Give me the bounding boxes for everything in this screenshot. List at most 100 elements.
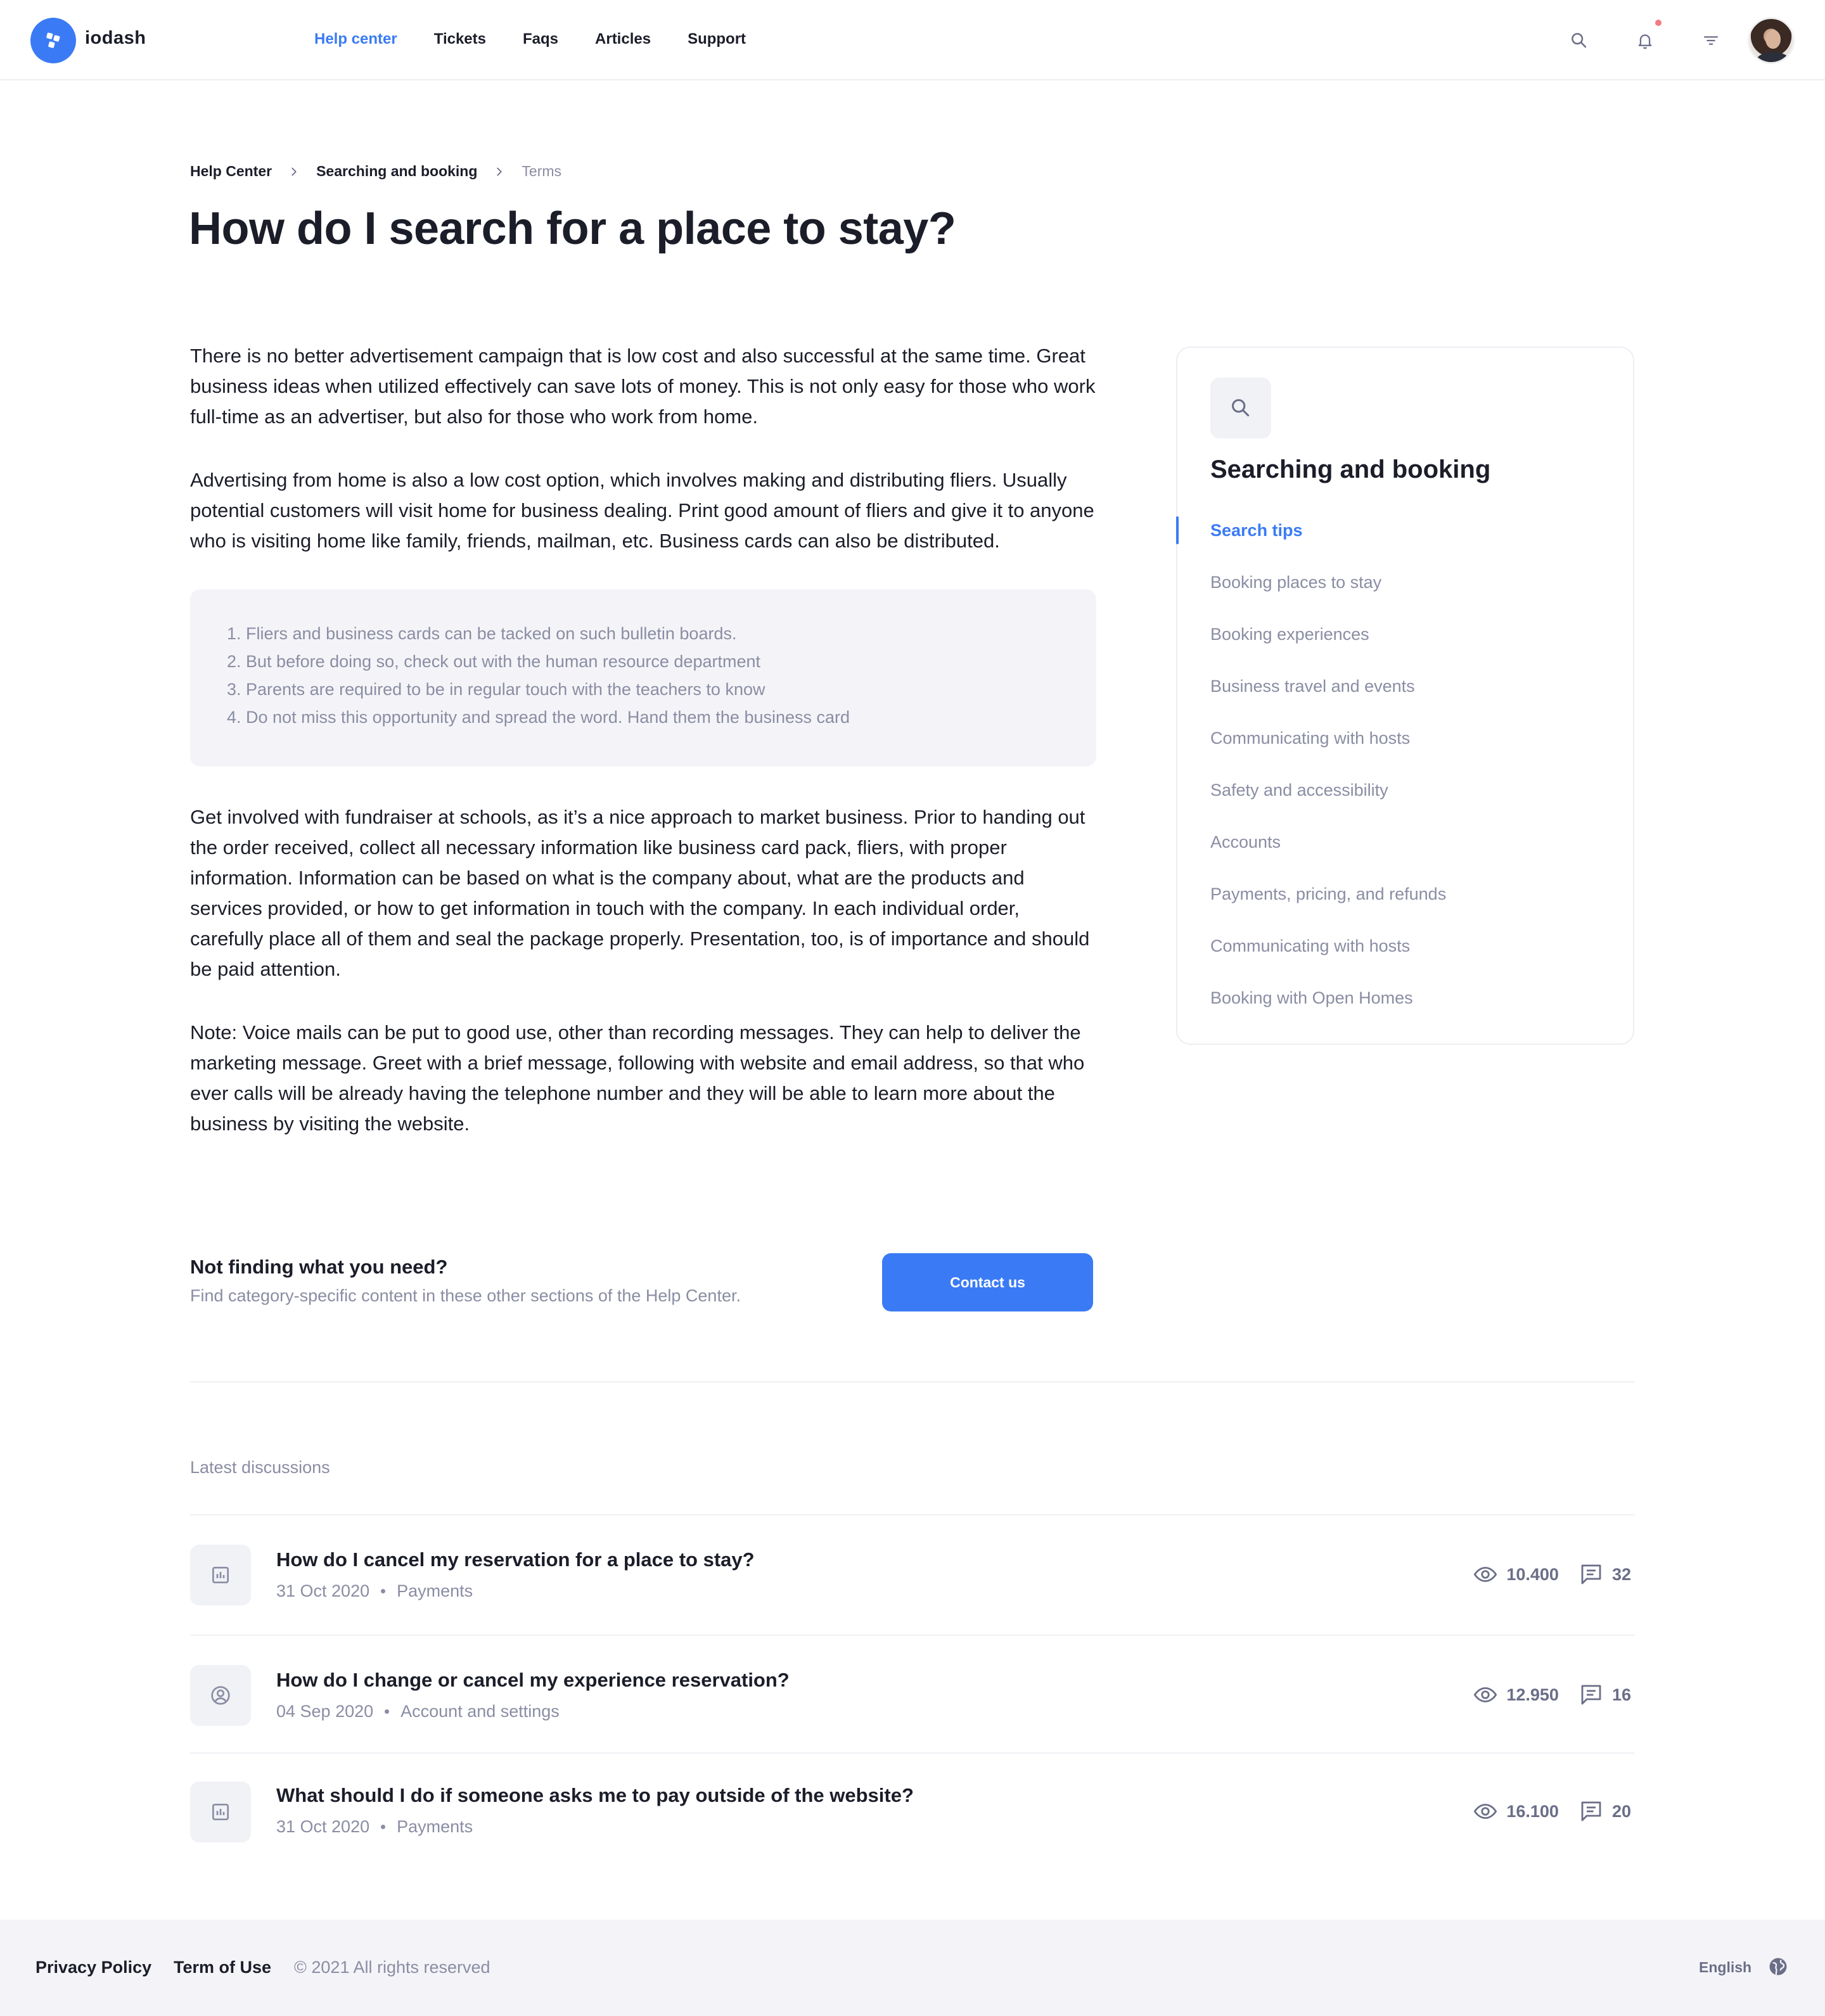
language-selector[interactable]: English [1699,1959,1751,1976]
discussion-meta: 31 Oct 2020 Payments [276,1817,473,1837]
bell-icon [1638,34,1652,49]
discussion-category: Payments [397,1817,473,1836]
article-body: There is no better advertisement campaig… [190,341,1096,1172]
sidebar-item-accounts[interactable]: Accounts [1177,829,1633,881]
comments-count: 16 [1611,1685,1631,1704]
discussion-title[interactable]: What should I do if someone asks me to p… [276,1784,914,1807]
cta-subtitle: Find category-specific content in these … [190,1286,741,1305]
meta-separator [385,1709,390,1714]
sidebar-item-payments[interactable]: Payments, pricing, and refunds [1177,881,1633,933]
contact-us-button[interactable]: Contact us [882,1253,1093,1311]
terms-of-use-link[interactable]: Term of Use [174,1958,271,1977]
brand-name: iodash [85,28,146,48]
page-title: How do I search for a place to stay? [189,203,956,254]
search-icon [1572,33,1587,48]
discussion-meta: 31 Oct 2020 Payments [276,1581,473,1601]
article-paragraph: There is no better advertisement campaig… [190,345,1096,428]
discussion-stats: 16.100 20 [1472,1798,1631,1825]
discussion-row[interactable]: What should I do if someone asks me to p… [190,1752,1635,1873]
eye-icon [1474,1804,1497,1819]
contact-cta: Not finding what you need? Find category… [190,1253,1093,1314]
sidebar-title: Searching and booking [1210,456,1491,483]
views-count: 12.950 [1506,1685,1559,1704]
callout-list-item: 3. Parents are required to be in regular… [227,680,765,699]
comment-icon [1581,1564,1601,1585]
sidebar-item-business-travel[interactable]: Business travel and events [1177,673,1633,725]
comments-stat: 16 [1578,1681,1631,1708]
top-header: iodash Help center Tickets Faqs Articles… [0,0,1825,80]
sidebar-item-booking-places[interactable]: Booking places to stay [1177,570,1633,622]
eye-icon [1474,1567,1497,1582]
comments-stat: 32 [1578,1561,1631,1588]
logo-mark-icon [46,32,60,48]
nav-tickets[interactable]: Tickets [434,30,486,48]
meta-separator [381,1589,386,1593]
discussion-date: 04 Sep 2020 [276,1702,374,1721]
nav-help-center[interactable]: Help center [314,30,397,48]
tips-callout: 1. Fliers and business cards can be tack… [190,589,1096,767]
comment-icon [1581,1801,1601,1821]
comments-count: 32 [1611,1564,1631,1584]
nav-faqs[interactable]: Faqs [523,30,558,48]
chart-icon [212,1804,229,1820]
sidebar-item-open-homes[interactable]: Booking with Open Homes [1177,985,1633,1037]
sidebar-item-booking-experiences[interactable]: Booking experiences [1177,622,1633,673]
breadcrumb-current: Terms [522,163,562,179]
nav-articles[interactable]: Articles [595,30,651,48]
article-paragraph: Note: Voice mails can be put to good use… [190,1021,1085,1135]
meta-separator [381,1825,386,1829]
eye-icon [1474,1687,1497,1702]
discussion-title[interactable]: How do I change or cancel my experience … [276,1669,790,1692]
avatar-face [1765,30,1781,49]
search-button[interactable] [1566,28,1592,53]
notification-dot [1655,20,1662,26]
copyright-text: © 2021 All rights reserved [294,1958,490,1977]
discussion-icon-box [190,1782,251,1842]
discussion-category: Account and settings [400,1702,560,1721]
discussion-stats: 10.400 32 [1472,1561,1631,1588]
discussions-list: How do I cancel my reservation for a pla… [190,1514,1635,1873]
search-icon [1232,399,1250,417]
filter-button[interactable] [1698,28,1724,53]
views-stat: 16.100 [1472,1798,1559,1825]
main-nav: Help center Tickets Faqs Articles Suppor… [314,30,783,48]
sidebar-list: Search tips Booking places to stay Booki… [1176,516,1633,1037]
chart-icon [212,1567,229,1583]
sidebar-icon-box [1210,378,1271,438]
discussion-row[interactable]: How do I change or cancel my experience … [190,1635,1635,1752]
cta-title: Not finding what you need? [190,1256,448,1278]
breadcrumb-help-center[interactable]: Help Center [190,163,272,180]
category-sidebar: Searching and booking Search tips Bookin… [1176,347,1634,1045]
nav-support[interactable]: Support [688,30,746,48]
privacy-policy-link[interactable]: Privacy Policy [35,1958,151,1977]
discussion-icon-box [190,1545,251,1605]
discussion-title[interactable]: How do I cancel my reservation for a pla… [276,1548,755,1571]
user-avatar[interactable] [1748,17,1795,64]
discussion-meta: 04 Sep 2020 Account and settings [276,1702,560,1721]
page-footer: Privacy Policy Term of Use © 2021 All ri… [0,1920,1825,2016]
discussion-date: 31 Oct 2020 [276,1581,370,1600]
globe-icon[interactable] [1767,1955,1790,1978]
notifications-button[interactable] [1632,28,1658,53]
chevron-right-icon [492,165,506,179]
discussions-label: Latest discussions [190,1458,330,1477]
filter-icon [1703,36,1719,45]
callout-list-item: 2. But before doing so, check out with t… [227,652,760,671]
sidebar-item-safety[interactable]: Safety and accessibility [1177,777,1633,829]
sidebar-item-communicating-hosts-2[interactable]: Communicating with hosts [1177,933,1633,985]
discussion-category: Payments [397,1581,473,1600]
discussion-row[interactable]: How do I cancel my reservation for a pla… [190,1514,1635,1635]
sidebar-item-communicating-hosts[interactable]: Communicating with hosts [1177,725,1633,777]
discussion-date: 31 Oct 2020 [276,1817,370,1836]
views-count: 10.400 [1506,1564,1559,1584]
user-circle-icon [211,1686,230,1705]
comment-icon [1581,1685,1601,1705]
discussion-icon-box [190,1665,251,1726]
views-count: 16.100 [1506,1801,1559,1821]
discussion-stats: 12.950 16 [1472,1681,1631,1708]
logo[interactable] [30,18,76,63]
breadcrumb-searching-booking[interactable]: Searching and booking [316,163,477,180]
sidebar-item-search-tips[interactable]: Search tips [1176,516,1633,570]
views-stat: 10.400 [1472,1561,1559,1588]
article-paragraph: Advertising from home is also a low cost… [190,469,1094,552]
